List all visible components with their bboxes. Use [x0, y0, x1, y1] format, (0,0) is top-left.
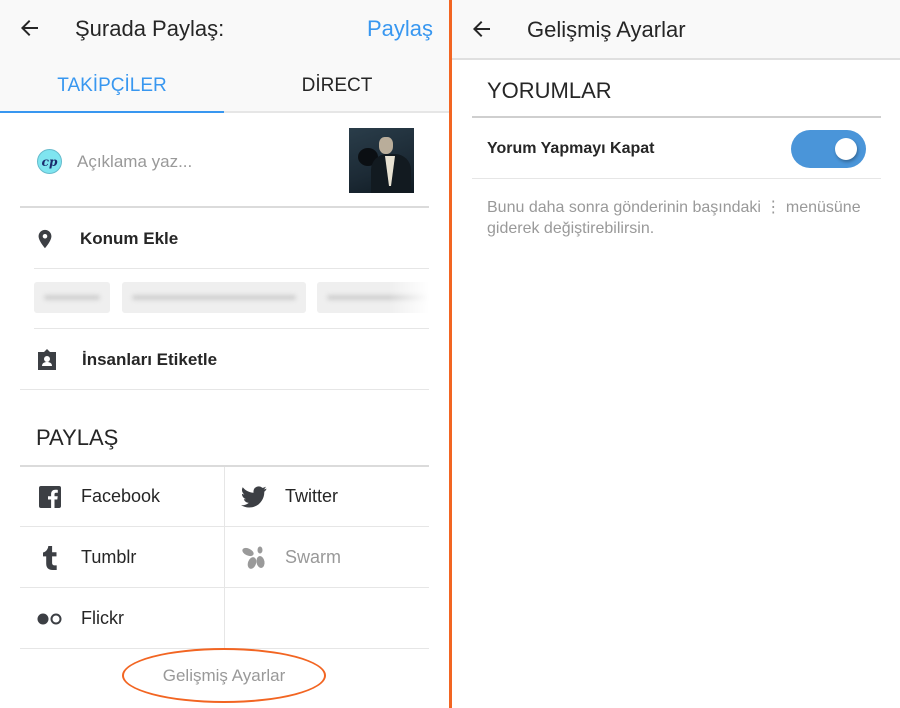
toggle-knob: [835, 138, 857, 160]
arrow-left-icon: [473, 21, 490, 37]
tumblr-label: Tumblr: [81, 547, 137, 567]
page-title: Şurada Paylaş:: [75, 16, 225, 41]
back-button[interactable]: [468, 15, 496, 43]
swarm-icon: [239, 546, 269, 570]
back-button[interactable]: [16, 14, 44, 42]
share-flickr[interactable]: Flickr: [20, 589, 224, 649]
tab-direct[interactable]: DİRECT: [225, 70, 449, 113]
fade-overlay: [389, 270, 429, 328]
advanced-settings-link[interactable]: Gelişmiş Ayarlar: [124, 652, 324, 702]
caption-input[interactable]: [77, 149, 327, 175]
tag-person-icon: [36, 348, 68, 372]
facebook-icon: [35, 485, 65, 509]
location-chip[interactable]: [34, 282, 110, 313]
share-screen: Şurada Paylaş: Paylaş TAKİPÇİLER DİRECT …: [0, 0, 449, 708]
turn-off-comments-label: Yorum Yapmayı Kapat: [487, 140, 655, 157]
turn-off-comments-row: Yorum Yapmayı Kapat: [472, 118, 881, 179]
comments-section-heading: YORUMLAR: [487, 78, 612, 103]
chip-blurred-text: [44, 295, 100, 300]
location-pin-icon: [34, 227, 66, 251]
tab-followers[interactable]: TAKİPÇİLER: [0, 70, 224, 113]
turn-off-comments-toggle[interactable]: [791, 130, 866, 168]
advanced-settings-screen: Gelişmiş Ayarlar YORUMLAR Yorum Yapmayı …: [452, 0, 900, 708]
share-section-heading: PAYLAŞ: [36, 425, 119, 450]
help-text: Bunu daha sonra gönderinin başındaki ⋮ m…: [487, 199, 861, 237]
flickr-icon: [35, 612, 65, 626]
tumblr-icon: [35, 545, 65, 570]
thumbnail-detail: [379, 137, 393, 154]
location-suggestions: [34, 270, 429, 329]
active-tab-indicator: [0, 111, 224, 113]
share-tumblr[interactable]: Tumblr: [20, 528, 224, 588]
advanced-settings-header: Gelişmiş Ayarlar: [452, 0, 900, 60]
empty-cell: [225, 589, 429, 649]
tag-people-label: İnsanları Etiketle: [82, 349, 218, 369]
chip-blurred-text: [132, 295, 296, 300]
avatar: cp: [37, 149, 62, 174]
share-twitter[interactable]: Twitter: [225, 467, 429, 527]
divider: [224, 467, 225, 648]
location-chip[interactable]: [122, 282, 306, 313]
twitter-icon: [239, 485, 269, 508]
facebook-label: Facebook: [81, 486, 161, 506]
arrow-left-icon: [21, 20, 38, 36]
share-facebook[interactable]: Facebook: [20, 467, 224, 527]
caption-row: cp: [20, 115, 429, 208]
tag-people-row[interactable]: İnsanları Etiketle: [20, 330, 429, 390]
page-title: Gelişmiş Ayarlar: [527, 17, 686, 42]
add-location-label: Konum Ekle: [80, 228, 179, 248]
add-location-row[interactable]: Konum Ekle: [34, 209, 429, 269]
post-thumbnail[interactable]: [349, 128, 414, 193]
flickr-label: Flickr: [81, 608, 124, 628]
share-header: Şurada Paylaş: Paylaş TAKİPÇİLER DİRECT: [0, 0, 449, 113]
twitter-label: Twitter: [285, 486, 339, 506]
share-button[interactable]: Paylaş: [367, 14, 433, 44]
share-swarm[interactable]: Swarm: [225, 528, 429, 588]
swarm-label: Swarm: [285, 547, 342, 567]
